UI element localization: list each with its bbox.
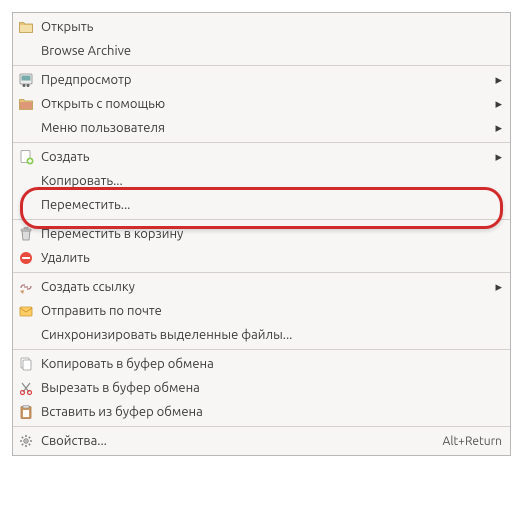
separator	[13, 142, 510, 143]
props-icon	[17, 432, 35, 450]
menu-item[interactable]: Browse Archive	[13, 39, 510, 63]
context-menu: ОткрытьBrowse ArchiveПредпросмотр▸Открыт…	[12, 12, 511, 456]
preview-icon	[17, 71, 35, 89]
menu-item[interactable]: Вырезать в буфер обмена	[13, 376, 510, 400]
menu-item-label: Переместить в корзину	[41, 227, 502, 241]
folder-icon	[17, 18, 35, 36]
submenu-arrow-icon: ▸	[495, 150, 502, 165]
menu-item-label: Предпросмотр	[41, 73, 495, 87]
menu-item[interactable]: Копировать в буфер обмена	[13, 352, 510, 376]
menu-item-label: Удалить	[41, 251, 502, 265]
menu-item[interactable]: Синхронизировать выделенные файлы...	[13, 323, 510, 347]
menu-item-label: Вырезать в буфер обмена	[41, 381, 502, 395]
menu-item[interactable]: Переместить в корзину	[13, 222, 510, 246]
menu-item-label: Browse Archive	[41, 44, 502, 58]
menu-item-label: Вставить из буфер обмена	[41, 405, 502, 419]
menu-item-label: Переместить...	[41, 198, 502, 212]
menu-item-label: Меню пользователя	[41, 121, 495, 135]
menu-item[interactable]: Меню пользователя▸	[13, 116, 510, 140]
submenu-arrow-icon: ▸	[495, 73, 502, 88]
menu-item-label: Открыть с помощью	[41, 97, 495, 111]
menu-item[interactable]: Свойства...Alt+Return	[13, 429, 510, 453]
open-with-icon	[17, 95, 35, 113]
blank-icon	[17, 119, 35, 137]
separator	[13, 349, 510, 350]
separator	[13, 272, 510, 273]
blank-icon	[17, 196, 35, 214]
menu-item[interactable]: Копировать...	[13, 169, 510, 193]
delete-icon	[17, 249, 35, 267]
menu-item-label: Свойства...	[41, 434, 443, 448]
menu-item[interactable]: Переместить...	[13, 193, 510, 217]
shortcut: Alt+Return	[443, 435, 502, 448]
menu-item-label: Создать	[41, 150, 495, 164]
menu-item-label: Отправить по почте	[41, 304, 502, 318]
separator	[13, 219, 510, 220]
menu-item-label: Открыть	[41, 20, 502, 34]
blank-icon	[17, 326, 35, 344]
separator	[13, 65, 510, 66]
menu-item[interactable]: Открыть	[13, 15, 510, 39]
menu-item[interactable]: Отправить по почте	[13, 299, 510, 323]
submenu-arrow-icon: ▸	[495, 280, 502, 295]
submenu-arrow-icon: ▸	[495, 97, 502, 112]
blank-icon	[17, 172, 35, 190]
trash-icon	[17, 225, 35, 243]
separator	[13, 426, 510, 427]
cut-icon	[17, 379, 35, 397]
menu-item[interactable]: Вставить из буфер обмена	[13, 400, 510, 424]
link-icon	[17, 278, 35, 296]
blank-icon	[17, 42, 35, 60]
menu-item[interactable]: Предпросмотр▸	[13, 68, 510, 92]
menu-item[interactable]: Создать ссылку▸	[13, 275, 510, 299]
menu-item-label: Копировать...	[41, 174, 502, 188]
menu-item-label: Создать ссылку	[41, 280, 495, 294]
copy-icon	[17, 355, 35, 373]
menu-item-label: Копировать в буфер обмена	[41, 357, 502, 371]
menu-item[interactable]: Открыть с помощью▸	[13, 92, 510, 116]
create-icon	[17, 148, 35, 166]
menu-item[interactable]: Удалить	[13, 246, 510, 270]
mail-icon	[17, 302, 35, 320]
paste-icon	[17, 403, 35, 421]
menu-item-label: Синхронизировать выделенные файлы...	[41, 328, 502, 342]
menu-item[interactable]: Создать▸	[13, 145, 510, 169]
submenu-arrow-icon: ▸	[495, 121, 502, 136]
